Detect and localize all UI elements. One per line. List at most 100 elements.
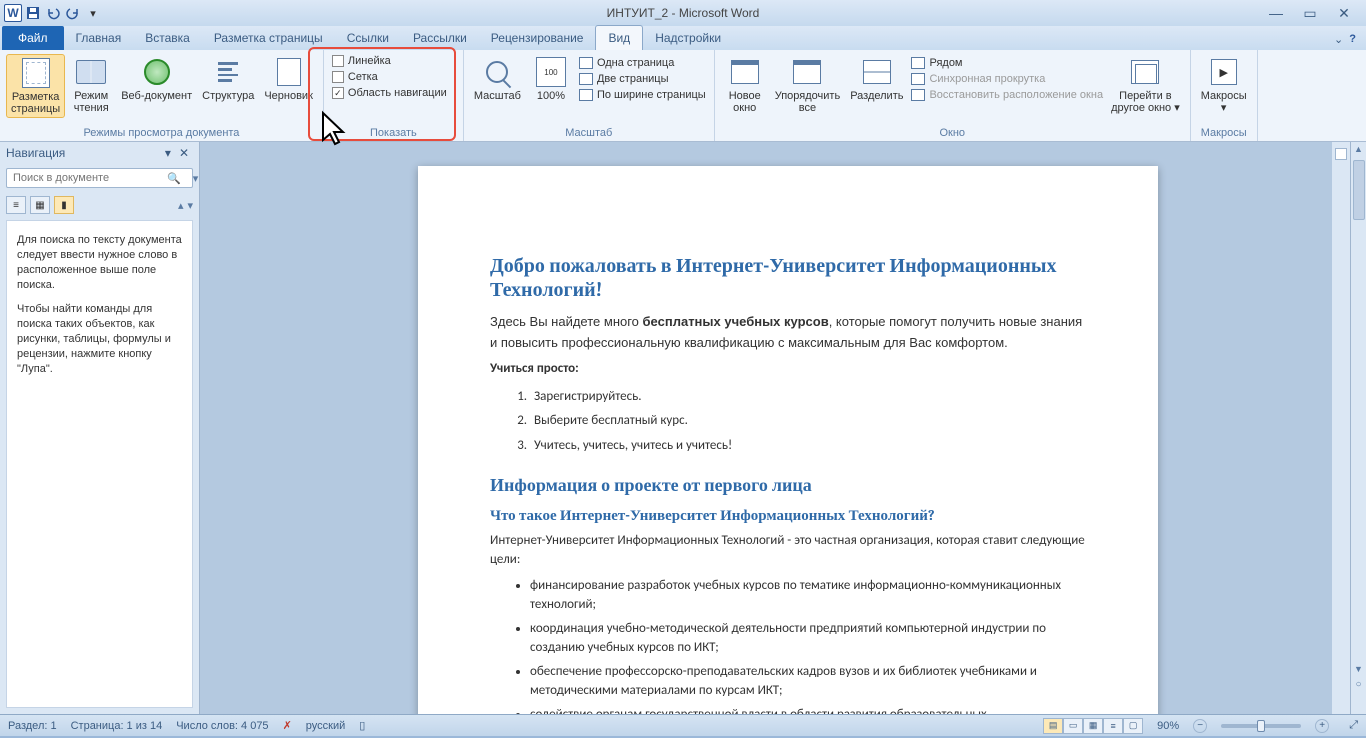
gridlines-checkbox[interactable]: Сетка <box>330 70 449 84</box>
group-show: Линейка Сетка ✓Область навигации Показат… <box>324 50 464 141</box>
print-layout-button[interactable]: Разметка страницы <box>6 54 65 118</box>
undo-icon[interactable] <box>44 4 62 22</box>
macros-button[interactable]: ▶ Макросы▾ <box>1197 54 1251 116</box>
side-by-side-button[interactable]: Рядом <box>909 56 1105 70</box>
word-logo[interactable]: W <box>4 4 22 22</box>
window-icon <box>731 60 759 84</box>
navpane-text-2: Чтобы найти команды для поиска таких объ… <box>17 302 182 376</box>
insert-mode-icon[interactable]: ▯ <box>359 719 365 732</box>
switch-windows-button[interactable]: Перейти в другое окно ▾ <box>1107 54 1184 116</box>
status-language[interactable]: русский <box>306 720 345 732</box>
save-icon[interactable] <box>24 4 42 22</box>
qat-customize-icon[interactable]: ▾ <box>84 4 102 22</box>
two-pages-button[interactable]: Две страницы <box>577 72 708 86</box>
ribbon-tabs: Файл Главная Вставка Разметка страницы С… <box>0 26 1366 50</box>
list-item: Зарегистрируйтесь. <box>530 385 1086 410</box>
tab-mailings[interactable]: Рассылки <box>401 26 479 50</box>
minimize-button[interactable]: — <box>1266 5 1286 21</box>
web-layout-button[interactable]: Веб-документ <box>117 54 196 104</box>
ruler-toggle-panel <box>1332 142 1350 714</box>
status-word-count[interactable]: Число слов: 4 075 <box>176 720 268 732</box>
search-icon[interactable]: 🔍 <box>161 172 187 185</box>
navpane-label: Область навигации <box>348 87 447 99</box>
view-draft[interactable]: ▢ <box>1123 718 1143 734</box>
tab-addins[interactable]: Надстройки <box>643 26 733 50</box>
view-web[interactable]: ▦ <box>1083 718 1103 734</box>
group-zoom-label: Масштаб <box>470 125 708 139</box>
view-mode-buttons: ▤ ▭ ▦ ≡ ▢ <box>1043 718 1143 734</box>
list-item: координация учебно-методической деятельн… <box>530 619 1086 658</box>
zoom-slider[interactable] <box>1221 724 1301 728</box>
document-area[interactable]: Добро пожаловать в Интернет-Университет … <box>200 142 1366 714</box>
nav-tab-results[interactable]: ▮ <box>54 196 74 214</box>
search-input[interactable] <box>7 169 161 187</box>
maximize-button[interactable]: ▭ <box>1300 5 1320 21</box>
reading-mode-button[interactable]: Режим чтения <box>67 54 115 116</box>
zoom-100-button[interactable]: 100 100% <box>527 54 575 104</box>
split-label: Разделить <box>850 90 903 102</box>
tab-insert[interactable]: Вставка <box>133 26 202 50</box>
tab-file[interactable]: Файл <box>2 26 64 50</box>
arrange-all-button[interactable]: Упорядочить все <box>771 54 844 116</box>
nav-prev-icon[interactable]: ▴ <box>178 199 184 212</box>
ruler-toggle-icon[interactable] <box>1335 148 1347 160</box>
doc-heading-2: Информация о проекте от первого лица <box>490 475 1086 496</box>
help-icon[interactable]: ? <box>1349 33 1356 46</box>
spellcheck-icon[interactable]: ✗ <box>283 719 292 732</box>
group-zoom: Масштаб 100 100% Одна страница Две стран… <box>464 50 715 141</box>
outline-icon <box>215 59 241 85</box>
tab-references[interactable]: Ссылки <box>335 26 401 50</box>
print-layout-label: Разметка страницы <box>11 91 60 115</box>
view-reading[interactable]: ▭ <box>1063 718 1083 734</box>
doc-paragraph-2: Учиться просто: <box>490 359 1086 379</box>
zoom-out-button[interactable]: − <box>1193 719 1207 733</box>
navpane-dropdown-icon[interactable]: ▾ <box>161 146 175 160</box>
status-zoom[interactable]: 90% <box>1157 720 1179 732</box>
one-page-button[interactable]: Одна страница <box>577 56 708 70</box>
page-width-button[interactable]: По ширине страницы <box>577 88 708 102</box>
scroll-up-icon[interactable]: ▲ <box>1351 142 1366 154</box>
window-title: ИНТУИТ_2 - Microsoft Word <box>607 6 760 20</box>
zoom-slider-thumb[interactable] <box>1257 720 1265 732</box>
tab-review[interactable]: Рецензирование <box>479 26 596 50</box>
view-outline[interactable]: ≡ <box>1103 718 1123 734</box>
switch-windows-label: Перейти в другое окно ▾ <box>1111 90 1180 114</box>
minimize-ribbon-icon[interactable]: ⌄ <box>1334 33 1343 46</box>
doc-unordered-list: финансирование разработок учебных курсов… <box>490 576 1086 714</box>
fullscreen-icon[interactable]: ⤢ <box>1343 719 1358 732</box>
outline-button[interactable]: Структура <box>198 54 258 104</box>
split-button[interactable]: Разделить <box>846 54 907 104</box>
new-window-label: Новое окно <box>729 90 761 114</box>
doc-paragraph-1: Здесь Вы найдете много бесплатных учебны… <box>490 312 1086 353</box>
new-window-button[interactable]: Новое окно <box>721 54 769 116</box>
zoom-button[interactable]: Масштаб <box>470 54 525 104</box>
redo-icon[interactable] <box>64 4 82 22</box>
search-box[interactable]: 🔍 ▾ <box>6 168 193 188</box>
nav-next-icon[interactable]: ▾ <box>187 199 193 212</box>
draft-button[interactable]: Черновик <box>260 54 317 104</box>
tab-view[interactable]: Вид <box>595 25 643 50</box>
reset-window-label: Восстановить расположение окна <box>929 89 1103 101</box>
scroll-down-icon[interactable]: ▼ <box>1351 664 1366 674</box>
close-button[interactable]: ✕ <box>1334 5 1354 21</box>
doc-heading-1: Добро пожаловать в Интернет-Университет … <box>490 254 1086 302</box>
two-pages-icon <box>579 73 593 85</box>
status-page[interactable]: Страница: 1 из 14 <box>71 720 163 732</box>
vertical-scrollbar[interactable]: ▲ ▼ ○ <box>1350 142 1366 714</box>
page-icon <box>22 58 50 88</box>
ruler-checkbox[interactable]: Линейка <box>330 54 449 68</box>
browse-object-icon[interactable]: ○ <box>1351 679 1366 690</box>
navpane-close-button[interactable]: ✕ <box>175 146 193 160</box>
scrollbar-thumb[interactable] <box>1353 160 1365 220</box>
side-by-side-icon <box>911 57 925 69</box>
status-section[interactable]: Раздел: 1 <box>8 720 57 732</box>
nav-tab-headings[interactable]: ≡ <box>6 196 26 214</box>
navigation-pane-checkbox[interactable]: ✓Область навигации <box>330 86 449 100</box>
zoom-in-button[interactable]: + <box>1315 719 1329 733</box>
nav-tab-pages[interactable]: ▦ <box>30 196 50 214</box>
tab-page-layout[interactable]: Разметка страницы <box>202 26 335 50</box>
document-page[interactable]: Добро пожаловать в Интернет-Университет … <box>418 166 1158 714</box>
view-print-layout[interactable]: ▤ <box>1043 718 1063 734</box>
tab-home[interactable]: Главная <box>64 26 134 50</box>
doc-paragraph-3: Интернет-Университет Информационных Техн… <box>490 531 1086 570</box>
